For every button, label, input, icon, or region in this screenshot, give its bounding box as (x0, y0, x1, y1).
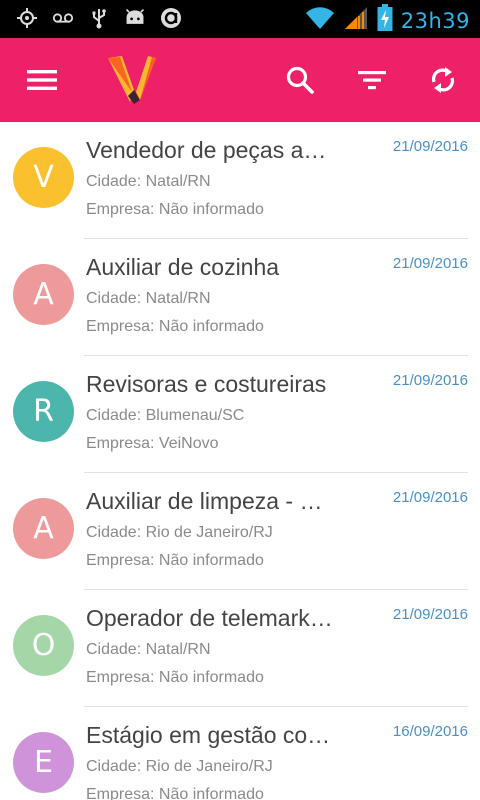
filter-icon (358, 71, 386, 90)
job-city: Cidade: Natal/RN (86, 641, 211, 658)
job-title: Estágio em gestão co… (86, 722, 331, 748)
battery-charging-icon (377, 4, 393, 37)
system-icons: 23h39 (305, 4, 470, 37)
job-date: 21/09/2016 (392, 489, 468, 506)
job-company: Empresa: Não informado (86, 552, 264, 569)
job-company: Empresa: Não informado (86, 201, 264, 218)
menu-button[interactable] (20, 58, 64, 102)
job-title: Auxiliar de limpeza - … (86, 488, 323, 514)
filter-button[interactable] (350, 58, 394, 102)
avatar: A (13, 264, 74, 325)
app-bar (0, 38, 480, 122)
usb-icon (88, 7, 110, 29)
notification-icons (16, 7, 182, 29)
menu-icon (27, 70, 57, 90)
job-city: Cidade: Natal/RN (86, 173, 211, 190)
job-date: 21/09/2016 (392, 372, 468, 389)
list-item[interactable]: O Operador de telemark… 21/09/2016 Cidad… (0, 590, 480, 707)
job-list[interactable]: V Vendedor de peças a… 21/09/2016 Cidade… (0, 122, 480, 800)
wifi-icon (305, 5, 335, 36)
list-item[interactable]: A Auxiliar de limpeza - … 21/09/2016 Cid… (0, 473, 480, 590)
gps-icon (16, 7, 38, 29)
job-city: Cidade: Rio de Janeiro/RJ (86, 758, 273, 775)
job-date: 21/09/2016 (392, 606, 468, 623)
app-logo (106, 52, 158, 106)
job-title: Revisoras e costureiras (86, 371, 327, 397)
job-city: Cidade: Natal/RN (86, 290, 211, 307)
job-city: Cidade: Rio de Janeiro/RJ (86, 524, 273, 541)
refresh-button[interactable] (421, 58, 465, 102)
search-icon (286, 66, 314, 94)
job-date: 21/09/2016 (392, 138, 468, 155)
list-item[interactable]: V Vendedor de peças a… 21/09/2016 Cidade… (0, 122, 480, 239)
avatar: R (13, 381, 74, 442)
android-debug-icon (124, 7, 146, 29)
list-item[interactable]: R Revisoras e costureiras 21/09/2016 Cid… (0, 356, 480, 473)
job-title: Auxiliar de cozinha (86, 254, 280, 280)
job-city: Cidade: Blumenau/SC (86, 407, 245, 424)
job-title: Vendedor de peças a… (86, 137, 327, 163)
job-title: Operador de telemark… (86, 605, 333, 631)
list-item[interactable]: E Estágio em gestão co… 16/09/2016 Cidad… (0, 707, 480, 800)
list-item[interactable]: A Auxiliar de cozinha 21/09/2016 Cidade:… (0, 239, 480, 356)
avatar: E (13, 732, 74, 793)
voicemail-icon (52, 7, 74, 29)
refresh-icon (431, 67, 455, 93)
job-company: Empresa: Não informado (86, 786, 264, 800)
job-date: 21/09/2016 (392, 255, 468, 272)
status-bar: 23h39 (0, 0, 480, 38)
avatar: O (13, 615, 74, 676)
signal-icon (343, 5, 369, 36)
job-company: Empresa: Não informado (86, 669, 264, 686)
avatar: V (13, 147, 74, 208)
search-button[interactable] (278, 58, 322, 102)
job-date: 16/09/2016 (392, 723, 468, 740)
avatar: A (13, 498, 74, 559)
clock: 23h39 (400, 8, 470, 33)
job-company: Empresa: VeiNovo (86, 435, 219, 452)
app-notification-icon (160, 7, 182, 29)
job-company: Empresa: Não informado (86, 318, 264, 335)
